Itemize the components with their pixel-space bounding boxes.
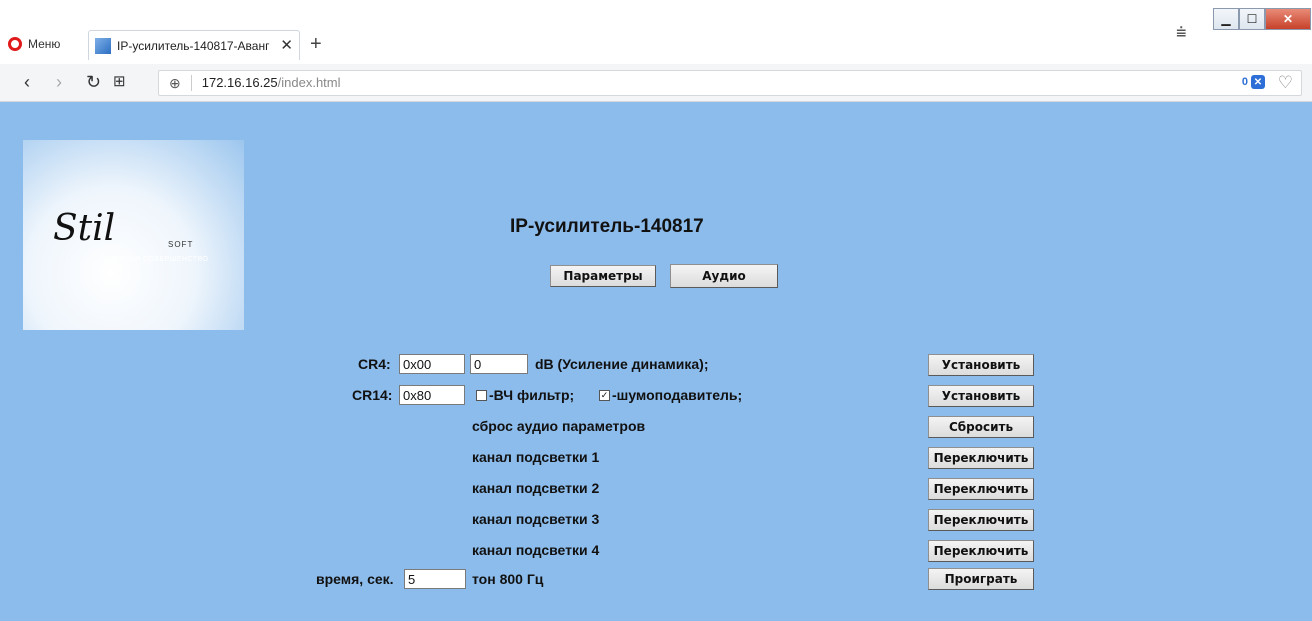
reload-icon[interactable]: ↻ — [86, 72, 101, 92]
speed-dial-icon[interactable]: ⊞ — [113, 72, 126, 92]
channel-1-toggle-button[interactable]: Переключить — [928, 447, 1034, 469]
hf-filter-checkbox[interactable] — [476, 390, 487, 401]
cr14-set-button[interactable]: Установить — [928, 385, 1034, 407]
maximize-icon[interactable]: ☐ — [1239, 8, 1265, 30]
new-tab-button[interactable]: + — [310, 32, 322, 56]
url-field[interactable]: ⊕ 172.16.16.25/index.html 0 ✕ ♡ — [158, 70, 1302, 96]
noise-suppressor-label: -шумоподавитель; — [612, 387, 743, 403]
reset-label: сброс аудио параметров — [472, 418, 646, 434]
channel-4-label: канал подсветки 4 — [472, 542, 600, 558]
bookmark-heart-icon[interactable]: ♡ — [1278, 73, 1293, 93]
browser-tab-active[interactable]: IP-усилитель-140817-Аванг ✕ — [88, 30, 300, 60]
logo-slogan: СОЗИДАЯ СОВЕРШЕНСТВО — [103, 256, 209, 263]
adblock-count: 0 — [1241, 76, 1248, 88]
page-title: IP-усилитель-140817 — [510, 216, 704, 237]
forward-icon[interactable]: › — [56, 72, 62, 92]
logo-wordmark: Stil — [53, 208, 116, 249]
cr4-set-button[interactable]: Установить — [928, 354, 1034, 376]
url-separator — [190, 75, 192, 91]
channel-2-toggle-button[interactable]: Переключить — [928, 478, 1034, 500]
play-tone-button[interactable]: Проиграть — [928, 568, 1034, 590]
browser-titlebar: Меню IP-усилитель-140817-Аванг ✕ + ⩧ ▁ ☐… — [0, 0, 1312, 64]
cr4-label: CR4: — [358, 356, 391, 372]
opera-menu-button[interactable]: Меню — [8, 34, 60, 54]
channel-3-toggle-button[interactable]: Переключить — [928, 509, 1034, 531]
tab-audio-button[interactable]: Аудио — [670, 264, 778, 288]
tab-close-icon[interactable]: ✕ — [280, 38, 293, 53]
channel-2-label: канал подсветки 2 — [472, 480, 600, 496]
adblock-indicator[interactable]: 0 ✕ — [1242, 75, 1265, 89]
hf-filter-label: -ВЧ фильтр; — [489, 387, 575, 403]
url-text: 172.16.16.25/index.html — [202, 74, 341, 92]
opera-logo-icon — [8, 37, 22, 51]
tab-parameters-button[interactable]: Параметры — [550, 265, 656, 287]
cr4-hex-input[interactable] — [399, 354, 465, 374]
noise-suppressor-checkbox[interactable]: ✓ — [599, 390, 610, 401]
channel-3-label: канал подсветки 3 — [472, 511, 600, 527]
url-host: 172.16.16.25 — [201, 75, 278, 90]
close-window-icon[interactable]: ✕ — [1265, 8, 1311, 30]
stilsoft-logo: Stil SOFT СОЗИДАЯ СОВЕРШЕНСТВО — [23, 140, 244, 330]
back-icon[interactable]: ‹ — [24, 72, 30, 92]
reset-button[interactable]: Сбросить — [928, 416, 1034, 438]
cr4-description: dB (Усиление динамика); — [535, 356, 709, 372]
tone-time-input[interactable] — [404, 569, 466, 589]
minimize-icon[interactable]: ▁ — [1213, 8, 1239, 30]
tab-title: IP-усилитель-140817-Аванг — [117, 38, 270, 53]
channel-1-label: канал подсветки 1 — [472, 449, 600, 465]
tone-description: тон 800 Гц — [472, 571, 544, 587]
address-bar: ‹ › ↻ ⊞ ⊕ 172.16.16.25/index.html 0 ✕ ♡ — [0, 64, 1312, 102]
logo-soft: SOFT — [168, 240, 194, 249]
tone-time-label: время, сек. — [316, 571, 394, 587]
opera-menu-label: Меню — [28, 37, 61, 51]
url-path: /index.html — [277, 75, 341, 90]
easy-setup-icon[interactable]: ⩧ — [1176, 22, 1187, 43]
window-controls: ▁ ☐ ✕ — [1213, 8, 1311, 30]
channel-4-toggle-button[interactable]: Переключить — [928, 540, 1034, 562]
cr14-hex-input[interactable] — [399, 385, 465, 405]
cr14-label: CR14: — [352, 387, 393, 403]
adblock-icon: ✕ — [1251, 75, 1265, 89]
tab-favicon-icon — [95, 37, 111, 54]
globe-icon: ⊕ — [169, 74, 181, 91]
cr4-gain-input[interactable] — [470, 354, 528, 374]
